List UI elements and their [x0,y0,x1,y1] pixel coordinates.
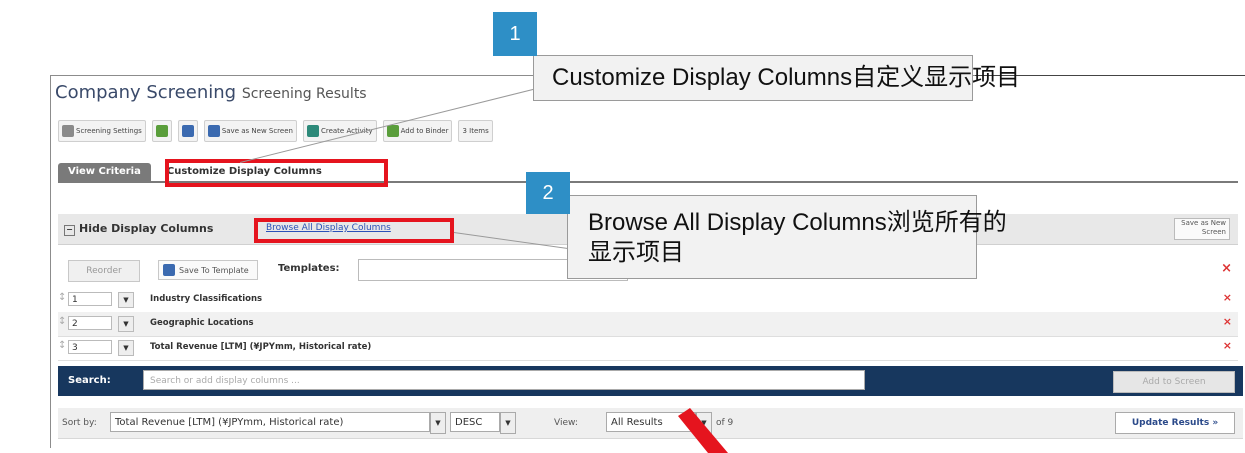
remove-template-icon[interactable]: × [1221,261,1232,276]
add-to-screen-button[interactable]: Add to Screen [1113,371,1235,393]
word-export-button[interactable] [177,120,198,142]
hide-display-columns-label: Hide Display Columns [79,222,214,235]
remove-column-icon[interactable]: × [1223,339,1232,352]
column-order-input[interactable]: 2 [68,316,112,330]
search-label: Search: [68,375,111,386]
highlight-browse-link [254,218,454,243]
hide-display-columns-toggle[interactable]: − Hide Display Columns [64,222,213,236]
column-name: Total Revenue [LTM] (¥JPYmm, Historical … [150,342,372,352]
search-bar: Search: Search or add display columns ..… [58,366,1243,396]
column-order-input[interactable]: 1 [68,292,112,306]
chevron-down-icon[interactable]: ▼ [118,316,134,332]
drag-handle-icon[interactable]: ↕ [58,292,66,303]
collapse-icon: − [64,225,75,236]
title-subtitle: Screening Results [241,86,367,102]
excel-icon [155,125,168,137]
toolbar: Screening Settings Save as New Screen Cr… [58,118,493,144]
callout-2-line2: 显示项目 [588,239,684,266]
red-arrow-icon [678,408,728,453]
callout-1-number: 1 [493,12,537,56]
save-to-template-button[interactable]: Save To Template [158,260,258,280]
callout-2-number: 2 [526,172,570,214]
chevron-down-icon[interactable]: ▼ [118,340,134,356]
display-column-row: ↕ 2 ▼ Geographic Locations × [58,312,1238,337]
chevron-down-icon[interactable]: ▼ [430,412,446,434]
items-dropdown[interactable]: 3 Items [458,120,493,142]
sort-bar: Sort by: Total Revenue [LTM] (¥JPYmm, Hi… [58,408,1243,439]
drag-handle-icon[interactable]: ↕ [58,340,66,351]
drag-handle-icon[interactable]: ↕ [58,316,66,327]
save-to-template-label: Save To Template [179,265,249,275]
templates-label: Templates: [278,263,340,274]
chevron-down-icon[interactable]: ▼ [118,292,134,308]
sort-field-select[interactable]: Total Revenue [LTM] (¥JPYmm, Historical … [110,412,430,432]
sort-order-select[interactable]: DESC [450,412,500,432]
save-as-new-screen-label: Save as New Screen [221,127,293,135]
screening-settings-icon [62,125,74,137]
view-label: View: [554,418,578,428]
add-to-binder-label: Add to Binder [400,127,449,135]
save-icon [163,264,175,276]
column-order-input[interactable]: 3 [68,340,112,354]
tab-view-criteria[interactable]: View Criteria [58,163,151,181]
search-input[interactable]: Search or add display columns ... [143,370,865,390]
highlight-customize-tab [165,159,388,187]
screening-settings-button[interactable]: Screening Settings [58,120,146,142]
reorder-button[interactable]: Reorder [68,260,140,282]
column-name: Industry Classifications [150,294,263,304]
chevron-down-icon[interactable]: ▼ [500,412,516,434]
excel-export-button[interactable] [151,120,172,142]
save-icon [207,125,220,137]
callout-1-box: Customize Display Columns自定义显示项目 [533,55,1020,101]
remove-column-icon[interactable]: × [1223,291,1232,304]
create-activity-icon [306,125,319,137]
remove-column-icon[interactable]: × [1223,315,1232,328]
display-column-row: ↕ 1 ▼ Industry Classifications × [58,288,1238,313]
update-results-button[interactable]: Update Results » [1115,412,1235,434]
page-title: Company Screening Screening Results [55,82,367,103]
save-as-new-screen-button[interactable]: Save as New Screen [203,120,297,142]
items-label: 3 Items [462,127,489,135]
word-icon [181,125,194,137]
sort-by-label: Sort by: [62,418,97,428]
screening-settings-label: Screening Settings [76,127,142,135]
display-column-row: ↕ 3 ▼ Total Revenue [LTM] (¥JPYmm, Histo… [58,336,1238,361]
title-main: Company Screening [55,82,237,103]
callout-2-line1: Browse All Display Columns浏览所有的 [588,209,1007,236]
column-name: Geographic Locations [150,318,254,328]
binder-icon [386,125,399,137]
callout-2-box: Browse All Display Columns浏览所有的 显示项目 [567,195,1007,279]
save-as-new-screen-small-button[interactable]: Save as New Screen [1174,218,1230,240]
